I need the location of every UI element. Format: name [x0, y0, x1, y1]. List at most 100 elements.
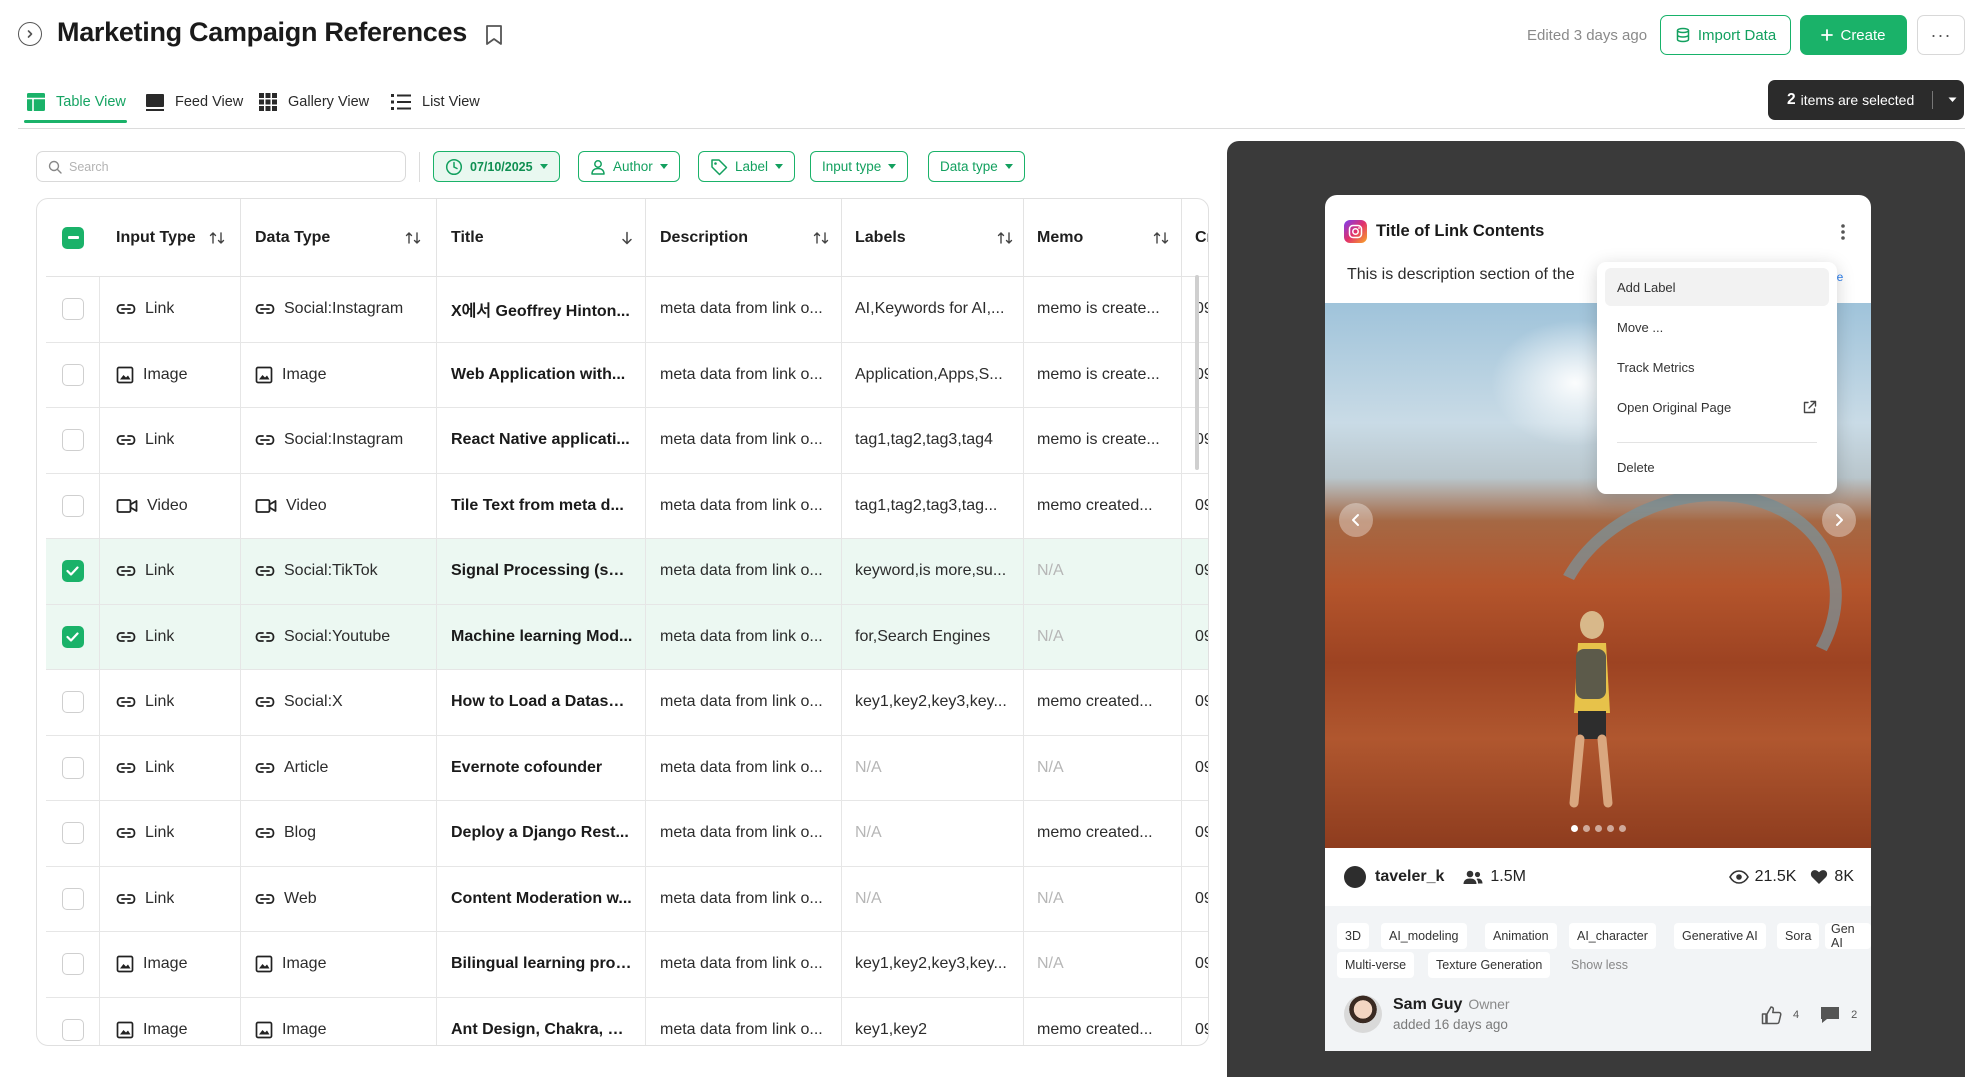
table-row[interactable]: Link Social:TikTok Signal Processing (sci.… — [46, 539, 1208, 605]
tag-chip[interactable]: Gen AI — [1825, 922, 1871, 950]
memo-cell[interactable]: memo is create... — [1024, 408, 1182, 473]
column-header-labels[interactable]: Labels — [842, 199, 1024, 277]
created-cell[interactable]: 09/ — [1182, 539, 1208, 604]
input-type-cell[interactable]: Link — [100, 866, 241, 931]
sort-icon[interactable] — [209, 231, 225, 245]
bookmark-icon[interactable] — [485, 24, 503, 46]
input-type-cell[interactable]: Link — [100, 539, 241, 604]
tab-feed-view[interactable]: Feed View — [145, 88, 243, 116]
column-header-input-type[interactable]: Input Type — [100, 199, 241, 277]
kebab-menu-icon[interactable] — [1840, 223, 1846, 241]
data-type-cell[interactable]: Article — [241, 735, 437, 800]
table-row[interactable]: Image Image Bilingual learning proc... meta… — [46, 932, 1208, 998]
menu-item-move[interactable]: Move ... — [1605, 308, 1829, 346]
title-cell[interactable]: React Native applicati... — [437, 408, 646, 473]
created-cell[interactable]: 09/ — [1182, 605, 1208, 670]
carousel-dot[interactable] — [1571, 825, 1578, 832]
checkbox-cell[interactable] — [46, 801, 100, 866]
table-row[interactable]: Video Video Tile Text from meta d... meta d… — [46, 473, 1208, 539]
checkbox-cell[interactable] — [46, 932, 100, 997]
checkbox-cell[interactable] — [46, 866, 100, 931]
memo-cell[interactable]: memo created... — [1024, 801, 1182, 866]
title-cell[interactable]: Web Application with... — [437, 342, 646, 407]
created-cell[interactable]: 09/ — [1182, 801, 1208, 866]
labels-cell[interactable]: key1,key2 — [842, 997, 1024, 1045]
show-less-link[interactable]: Show less — [1563, 952, 1636, 978]
input-type-cell[interactable]: Link — [100, 735, 241, 800]
created-cell[interactable]: 09/ — [1182, 670, 1208, 735]
table-row[interactable]: Image Image Ant Design, Chakra, M... meta d… — [46, 997, 1208, 1045]
sort-icon[interactable] — [405, 231, 421, 245]
data-type-cell[interactable]: Video — [241, 473, 437, 538]
column-header-title[interactable]: Title — [437, 199, 646, 277]
input-type-cell[interactable]: Image — [100, 997, 241, 1045]
memo-cell[interactable]: memo created... — [1024, 670, 1182, 735]
data-type-filter-chip[interactable]: Data type — [928, 151, 1025, 182]
created-cell[interactable]: 09/ — [1182, 736, 1208, 801]
title-cell[interactable]: Signal Processing (sci... — [437, 539, 646, 604]
checkbox-cell[interactable] — [46, 277, 100, 342]
checkbox-cell[interactable] — [46, 604, 100, 669]
table-row[interactable]: Image Image Web Application with... meta da… — [46, 342, 1208, 408]
tab-list-view[interactable]: List View — [390, 88, 480, 116]
tag-chip[interactable]: Generative AI — [1674, 923, 1766, 949]
row-checkbox[interactable] — [61, 822, 84, 845]
sort-icon[interactable] — [813, 231, 829, 245]
input-type-cell[interactable]: Link — [100, 801, 241, 866]
data-type-cell[interactable]: Web — [241, 866, 437, 931]
table-row[interactable]: Link Article Evernote cofounder meta data f… — [46, 735, 1208, 801]
memo-cell[interactable]: memo is create... — [1024, 277, 1182, 342]
next-image-button[interactable] — [1822, 503, 1856, 537]
data-type-cell[interactable]: Social:X — [241, 670, 437, 735]
title-cell[interactable]: Evernote cofounder — [437, 735, 646, 800]
checkbox-cell[interactable] — [46, 997, 100, 1045]
row-checkbox[interactable] — [61, 429, 84, 452]
description-cell[interactable]: meta data from link o... — [646, 408, 842, 473]
description-cell[interactable]: meta data from link o... — [646, 801, 842, 866]
description-cell[interactable]: meta data from link o... — [646, 997, 842, 1045]
tag-chip[interactable]: Animation — [1485, 923, 1557, 949]
checkbox-cell[interactable] — [46, 539, 100, 604]
sort-icon[interactable] — [997, 231, 1013, 245]
description-cell[interactable]: meta data from link o... — [646, 932, 842, 997]
description-cell[interactable]: meta data from link o... — [646, 342, 842, 407]
row-checkbox[interactable] — [61, 298, 84, 321]
labels-cell[interactable]: N/A — [842, 735, 1024, 800]
title-cell[interactable]: Ant Design, Chakra, M... — [437, 997, 646, 1045]
labels-cell[interactable]: N/A — [842, 866, 1024, 931]
carousel-dot[interactable] — [1595, 825, 1602, 832]
data-type-cell[interactable]: Social:Instagram — [241, 408, 437, 473]
more-options-button[interactable]: ··· — [1917, 15, 1965, 55]
created-cell[interactable]: 09/ — [1182, 932, 1208, 997]
labels-cell[interactable]: AI,Keywords for AI,... — [842, 277, 1024, 342]
labels-cell[interactable]: key1,key2,key3,key... — [842, 932, 1024, 997]
search-input[interactable] — [69, 159, 369, 174]
created-cell[interactable]: 09/ — [1182, 867, 1208, 932]
menu-item-track-metrics[interactable]: Track Metrics — [1605, 348, 1829, 386]
carousel-dot[interactable] — [1583, 825, 1590, 832]
previous-image-button[interactable] — [1339, 503, 1373, 537]
column-header-description[interactable]: Description — [646, 199, 842, 277]
data-type-cell[interactable]: Social:Instagram — [241, 277, 437, 342]
description-cell[interactable]: meta data from link o... — [646, 473, 842, 538]
title-cell[interactable]: Machine learning Mod... — [437, 604, 646, 669]
row-checkbox[interactable] — [61, 691, 84, 714]
input-type-filter-chip[interactable]: Input type — [810, 151, 909, 182]
tag-chip[interactable]: 3D — [1337, 923, 1369, 949]
title-cell[interactable]: Deploy a Django Rest... — [437, 801, 646, 866]
thumbs-up-icon[interactable] — [1761, 1005, 1783, 1025]
comment-icon[interactable] — [1819, 1005, 1841, 1025]
labels-cell[interactable]: for,Search Engines — [842, 604, 1024, 669]
input-type-cell[interactable]: Link — [100, 604, 241, 669]
select-all-cell[interactable] — [46, 199, 100, 277]
memo-cell[interactable]: memo is create... — [1024, 342, 1182, 407]
checkbox-cell[interactable] — [46, 670, 100, 735]
memo-cell[interactable]: N/A — [1024, 604, 1182, 669]
title-cell[interactable]: X에서 Geoffrey Hinton... — [437, 277, 646, 342]
memo-cell[interactable]: memo created... — [1024, 473, 1182, 538]
memo-cell[interactable]: N/A — [1024, 735, 1182, 800]
table-row[interactable]: Link Blog Deploy a Django Rest... meta data… — [46, 801, 1208, 867]
title-cell[interactable]: Content Moderation w... — [437, 866, 646, 931]
table-row[interactable]: Link Social:Instagram X에서 Geoffrey Hinton.… — [46, 277, 1208, 343]
labels-cell[interactable]: key1,key2,key3,key... — [842, 670, 1024, 735]
